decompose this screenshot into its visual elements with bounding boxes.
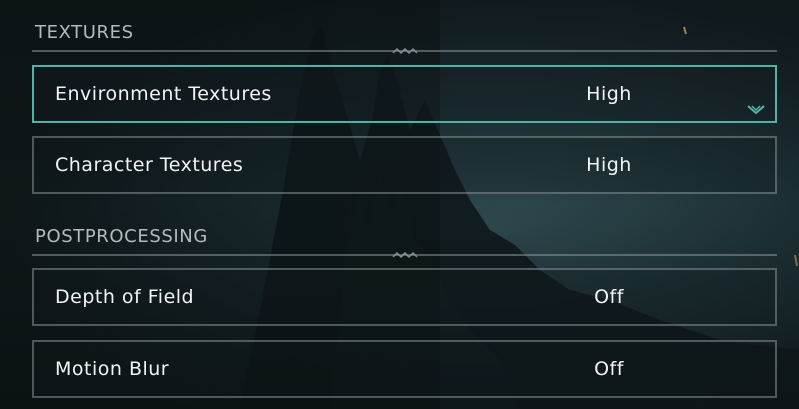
setting-row-depth-of-field[interactable]: Depth of Field Off [32,268,777,326]
section-header-textures: TEXTURES [35,22,134,43]
graphics-settings-panel: TEXTURES Environment Textures High Chara… [0,0,799,409]
chevron-down-icon[interactable] [747,104,765,116]
setting-label: Environment Textures [55,83,272,105]
section-header-postprocessing: POSTPROCESSING [35,226,208,247]
setting-row-character-textures[interactable]: Character Textures High [32,136,777,194]
setting-label: Motion Blur [55,358,170,380]
setting-row-environment-textures[interactable]: Environment Textures High [32,65,777,123]
setting-value[interactable]: High [586,83,632,105]
setting-label: Character Textures [55,154,244,176]
setting-row-motion-blur[interactable]: Motion Blur Off [32,340,777,398]
section-divider [32,47,777,55]
setting-value[interactable]: High [586,154,632,176]
setting-value[interactable]: Off [594,286,624,308]
setting-label: Depth of Field [55,286,195,308]
section-divider [32,251,777,259]
setting-value[interactable]: Off [594,358,624,380]
